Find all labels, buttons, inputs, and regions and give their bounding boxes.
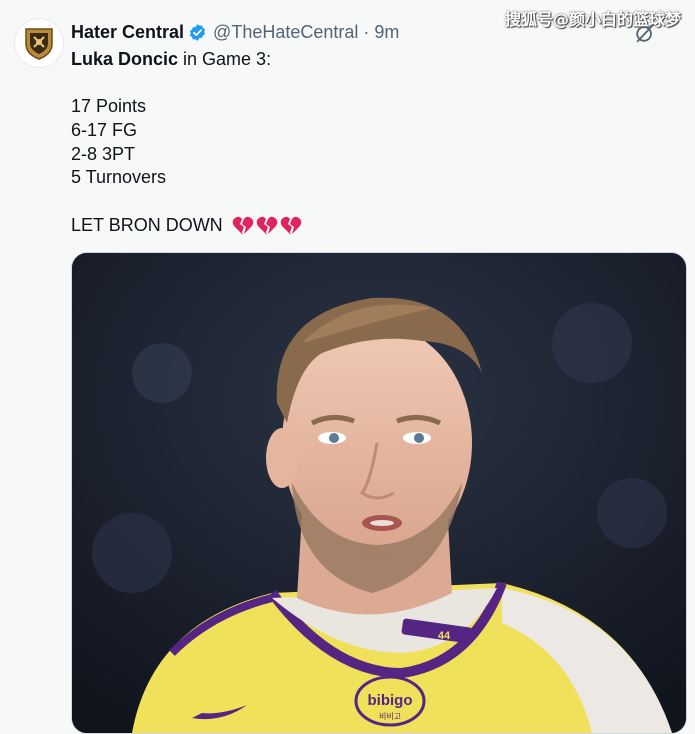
headline-rest: in Game 3: <box>178 49 272 69</box>
stat-line: 17 Points <box>71 96 147 117</box>
player-name: Luka Doncic <box>71 49 179 69</box>
stat-line: 6-17 FG <box>71 120 138 141</box>
grok-icon[interactable] <box>634 22 656 44</box>
emoji-group <box>232 216 302 236</box>
tweet-text: Luka Doncic in Game 3: 17 Points 6-17 FG… <box>71 48 681 238</box>
tweet-photo[interactable]: bibigo 비비고 44 <box>71 252 687 734</box>
broken-heart-icon <box>232 216 253 236</box>
timestamp[interactable]: 9m <box>374 22 399 43</box>
closer-line: LET BRON DOWN <box>71 214 681 238</box>
tweet-header: Hater Central @TheHateCentral · 9m <box>71 22 399 43</box>
player-photo: bibigo 비비고 44 <box>72 253 686 733</box>
broken-heart-icon <box>256 216 277 236</box>
stat-line: 5 Turnovers <box>71 167 167 188</box>
jersey-sponsor-korean: 비비고 <box>379 712 401 721</box>
handle[interactable]: @TheHateCentral <box>213 22 358 43</box>
stat-line: 2-8 3PT <box>71 143 136 164</box>
headline: Luka Doncic in Game 3: <box>71 48 681 72</box>
closer-text: LET BRON DOWN <box>71 214 223 235</box>
jersey-number: 44 <box>438 630 451 642</box>
broken-heart-icon <box>280 216 301 236</box>
shield-logo-icon <box>25 28 53 60</box>
avatar[interactable] <box>14 18 64 68</box>
jersey-sponsor: bibigo <box>368 692 413 709</box>
tweet[interactable]: Hater Central @TheHateCentral · 9m 搜狐号@颜… <box>0 0 695 734</box>
separator-dot: · <box>363 22 370 42</box>
verified-badge-icon <box>190 24 206 41</box>
display-name[interactable]: Hater Central <box>71 22 184 43</box>
